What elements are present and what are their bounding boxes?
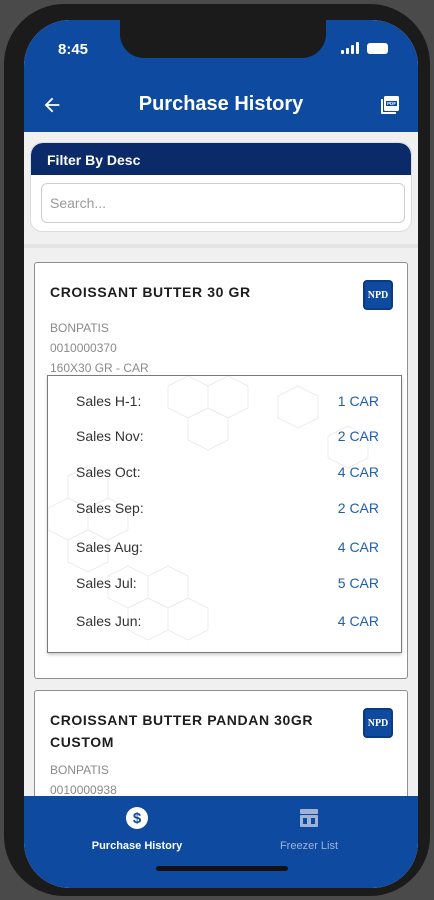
sales-label: Sales Jun: (76, 613, 142, 629)
sales-label: Sales Sep: (76, 500, 144, 516)
product-brand: BONPATIS (50, 321, 109, 335)
product-card[interactable]: CROISSANT BUTTER 30 GR NPD BONPATIS 0010… (34, 262, 408, 679)
signal-icon (341, 42, 359, 54)
nav-label: Purchase History (91, 840, 183, 852)
svg-text:PDF: PDF (387, 101, 396, 106)
sales-value: 5 CAR (337, 575, 379, 591)
search-input[interactable] (41, 183, 405, 223)
nav-freezer-list[interactable]: Freezer List (244, 806, 374, 852)
sales-row: Sales Sep: 2 CAR (48, 497, 401, 521)
product-brand: BONPATIS (50, 763, 109, 777)
sales-label: Sales Oct: (76, 464, 141, 480)
sales-row: Sales Jun: 4 CAR (48, 610, 401, 634)
sales-label: Sales Nov: (76, 428, 144, 444)
battery-icon (367, 42, 388, 54)
freezer-icon (300, 809, 318, 827)
arrow-left-icon (44, 97, 60, 113)
product-code: 0010000938 (50, 783, 117, 796)
sales-value: 4 CAR (337, 539, 379, 555)
section-divider (24, 244, 418, 248)
sales-row: Sales H-1: 1 CAR (48, 390, 401, 414)
filter-title: Filter By Desc (31, 143, 411, 175)
sales-row: Sales Aug: 4 CAR (48, 536, 401, 560)
product-card[interactable]: CROISSANT BUTTER PANDAN 30GR CUSTOM NPD … (34, 690, 408, 796)
sales-history-box: Sales H-1: 1 CAR Sales Nov: 2 CAR Sales … (47, 375, 402, 653)
status-time: 8:45 (58, 41, 89, 58)
product-pack: 160X30 GR - CAR (50, 361, 149, 375)
home-indicator (156, 866, 288, 871)
nav-label: Freezer List (279, 840, 339, 852)
nav-purchase-history[interactable]: $ Purchase History (72, 806, 202, 852)
product-code: 0010000370 (50, 341, 117, 355)
page-title: Purchase History (138, 93, 304, 115)
product-name: CROISSANT BUTTER PANDAN 30GR CUSTOM (50, 712, 314, 750)
sales-value: 4 CAR (337, 613, 379, 629)
sales-label: Sales Aug: (76, 539, 143, 555)
sales-value: 1 CAR (337, 393, 379, 409)
bottom-nav: $ Purchase History Freezer List (24, 796, 418, 888)
product-name: CROISSANT BUTTER 30 GR (50, 284, 251, 300)
pdf-icon: PDF (381, 96, 399, 114)
sales-row: Sales Nov: 2 CAR (48, 425, 401, 449)
filter-card: Filter By Desc (30, 142, 412, 232)
dollar-circle-icon: $ (126, 807, 148, 829)
sales-row: Sales Oct: 4 CAR (48, 461, 401, 485)
npd-badge: NPD (363, 708, 393, 738)
sales-value: 2 CAR (337, 500, 379, 516)
phone-frame: 8:45 Purchase History PDF Filter By Desc… (4, 4, 430, 896)
export-pdf-button[interactable]: PDF (376, 91, 404, 119)
app-header: Purchase History PDF (24, 78, 418, 132)
sales-row: Sales Jul: 5 CAR (48, 572, 401, 596)
app-screen: 8:45 Purchase History PDF Filter By Desc… (24, 20, 418, 888)
main-content: Filter By Desc CROISSANT BUTTER 30 GR NP… (24, 132, 418, 796)
sales-label: Sales Jul: (76, 575, 137, 591)
sales-value: 2 CAR (337, 428, 379, 444)
back-button[interactable] (38, 91, 66, 119)
npd-badge: NPD (363, 280, 393, 310)
status-bar: 8:45 (24, 20, 418, 78)
svg-text:$: $ (133, 810, 142, 827)
sales-value: 4 CAR (337, 464, 379, 480)
phone-notch (120, 20, 326, 58)
sales-label: Sales H-1: (76, 393, 142, 409)
status-icons (341, 42, 388, 54)
